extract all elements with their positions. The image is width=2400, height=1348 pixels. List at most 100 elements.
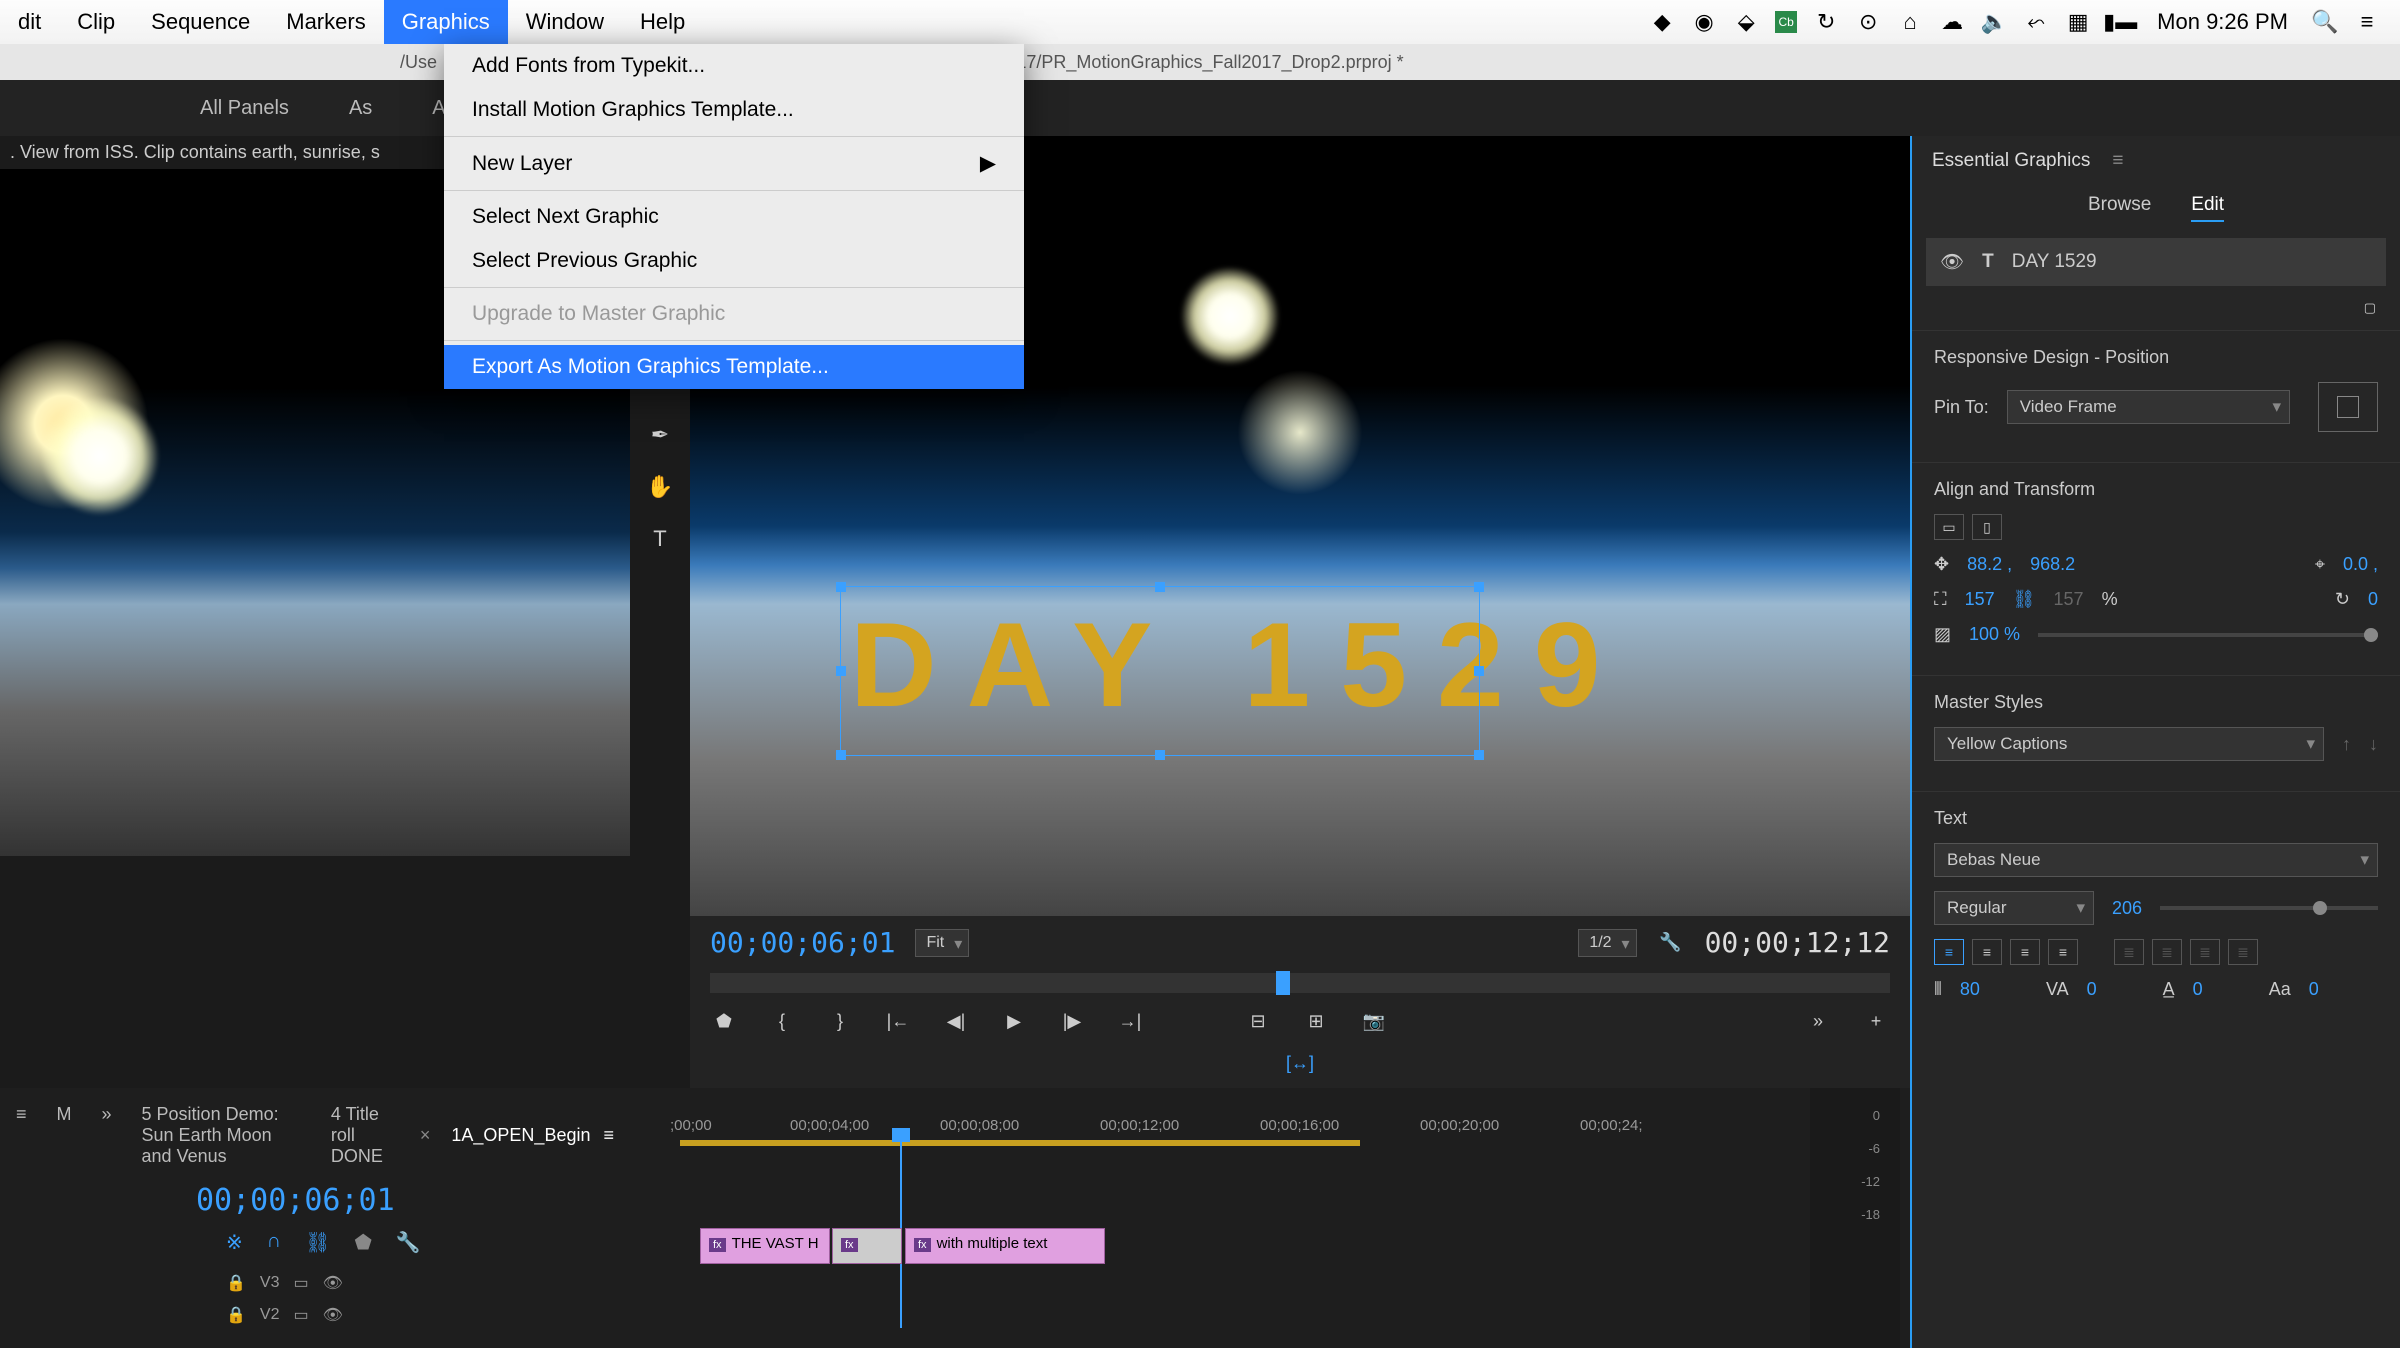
extract-button[interactable]: ⊞ xyxy=(1302,1007,1330,1035)
eg-tab-browse[interactable]: Browse xyxy=(2088,194,2151,222)
scale-w[interactable]: 157 xyxy=(1965,589,1995,610)
sequence-tab-2[interactable]: × 1A_OPEN_Begin ≡ xyxy=(420,1104,614,1167)
creative-cloud-icon[interactable]: ◉ xyxy=(1691,9,1717,35)
kerning-value[interactable]: 0 xyxy=(2087,979,2097,1000)
menu-window[interactable]: Window xyxy=(508,0,622,44)
app-icon[interactable]: Cb xyxy=(1775,11,1797,33)
home-icon[interactable]: ⌂ xyxy=(1897,9,1923,35)
spotlight-icon[interactable]: 🔍 xyxy=(2312,9,2338,35)
eye-icon[interactable]: 👁 xyxy=(323,1273,343,1293)
program-resolution-dropdown[interactable]: 1/2 xyxy=(1578,929,1636,957)
font-dropdown[interactable]: Bebas Neue xyxy=(1934,843,2378,877)
rotation-value[interactable]: 0 xyxy=(2368,589,2378,610)
align-left-button[interactable]: ≡ xyxy=(1934,939,1964,965)
justify-left-button[interactable]: ≣ xyxy=(2114,939,2144,965)
status-icon[interactable]: ⊙ xyxy=(1855,9,1881,35)
step-back-button[interactable]: ◀| xyxy=(942,1007,970,1035)
font-size-slider[interactable] xyxy=(2160,906,2378,910)
menu-list-icon[interactable]: ≡ xyxy=(2354,9,2380,35)
align-justify-button[interactable]: ≡ xyxy=(2048,939,2078,965)
menu-graphics[interactable]: Graphics xyxy=(384,0,508,44)
date-icon[interactable]: ▦ xyxy=(2065,9,2091,35)
baseline-value[interactable]: 0 xyxy=(2193,979,2203,1000)
menu-sequence[interactable]: Sequence xyxy=(133,0,268,44)
out-point-button[interactable]: } xyxy=(826,1007,854,1035)
align-vertical-button[interactable]: ▯ xyxy=(1972,514,2002,540)
sequence-tab-0[interactable]: 5 Position Demo: Sun Earth Moon and Venu… xyxy=(142,1104,301,1167)
menu-select-next[interactable]: Select Next Graphic xyxy=(444,195,1024,239)
sequence-tab-1[interactable]: 4 Title roll DONE xyxy=(331,1104,390,1167)
clip-the-vast[interactable]: fxTHE VAST H xyxy=(700,1228,830,1264)
magnet-button[interactable]: ∩ xyxy=(267,1230,281,1255)
justify-center-button[interactable]: ≣ xyxy=(2152,939,2182,965)
in-point-button[interactable]: { xyxy=(768,1007,796,1035)
add-button[interactable]: + xyxy=(1862,1007,1890,1035)
link-icon[interactable]: ⛓ xyxy=(2013,589,2036,610)
work-area-bar[interactable] xyxy=(680,1140,1360,1146)
align-right-button[interactable]: ≡ xyxy=(2010,939,2040,965)
justify-all-button[interactable]: ≣ xyxy=(2228,939,2258,965)
clip-multiple-text[interactable]: fxwith multiple text xyxy=(905,1228,1105,1264)
marker-button[interactable]: ⬟ xyxy=(355,1230,372,1255)
menu-clip[interactable]: Clip xyxy=(59,0,133,44)
comparison-view-button[interactable]: [↔] xyxy=(1286,1049,1314,1077)
battery-icon[interactable]: ▮▬ xyxy=(2107,9,2133,35)
track-v3[interactable]: 🔒V3▭👁 xyxy=(16,1267,614,1299)
snap-button[interactable]: ※ xyxy=(226,1230,243,1255)
opacity-value[interactable]: 100 % xyxy=(1969,624,2020,645)
volume-icon[interactable]: 🔈 xyxy=(1981,9,2007,35)
sync-down-icon[interactable]: ↓ xyxy=(2369,734,2378,755)
timeline-tracks-area[interactable]: ;00;00 00;00;04;00 00;00;08;00 00;00;12;… xyxy=(630,1088,1910,1348)
pen-tool[interactable]: ✒ xyxy=(643,418,677,452)
align-center-button[interactable]: ≡ xyxy=(1972,939,2002,965)
go-in-button[interactable]: |← xyxy=(884,1007,912,1035)
pin-widget[interactable] xyxy=(2318,382,2378,432)
play-button[interactable]: ▶ xyxy=(1000,1007,1028,1035)
lock-icon[interactable]: 🔒 xyxy=(226,1305,246,1325)
clip-gap[interactable]: fx xyxy=(832,1228,902,1264)
lock-icon[interactable]: 🔒 xyxy=(226,1273,246,1293)
evernote-icon[interactable]: ◆ xyxy=(1649,9,1675,35)
justify-right-button[interactable]: ≣ xyxy=(2190,939,2220,965)
anchor-value[interactable]: 0.0 , xyxy=(2343,554,2378,575)
wrench-button[interactable]: 🔧 xyxy=(396,1230,421,1255)
track-v2[interactable]: 🔒V2▭👁 xyxy=(16,1299,614,1331)
go-out-button[interactable]: →| xyxy=(1116,1007,1144,1035)
workspace-assembly[interactable]: As xyxy=(349,97,372,120)
eye-icon[interactable]: 👁 xyxy=(1940,250,1964,274)
eye-icon[interactable]: 👁 xyxy=(323,1305,343,1325)
position-y[interactable]: 968.2 xyxy=(2030,554,2075,575)
menu-markers[interactable]: Markers xyxy=(268,0,383,44)
menu-install-template[interactable]: Install Motion Graphics Template... xyxy=(444,88,1024,132)
menu-help[interactable]: Help xyxy=(622,0,703,44)
program-overflow[interactable]: » xyxy=(1804,1007,1832,1035)
layer-row[interactable]: 👁 T DAY 1529 xyxy=(1926,238,2386,286)
timeline-timecode[interactable]: 00;00;06;01 xyxy=(16,1183,614,1218)
menu-new-layer[interactable]: New Layer▶ xyxy=(444,141,1024,186)
program-scrubber[interactable] xyxy=(710,973,1890,993)
eg-tab-edit[interactable]: Edit xyxy=(2191,194,2224,222)
dropbox-icon[interactable]: ⬙ xyxy=(1733,9,1759,35)
sync-up-icon[interactable]: ↑ xyxy=(2342,734,2351,755)
tracking-value[interactable]: 80 xyxy=(1960,979,1980,1000)
cloud-upload-icon[interactable]: ☁ xyxy=(1939,9,1965,35)
export-frame-button[interactable]: 📷 xyxy=(1360,1007,1388,1035)
align-horizontal-button[interactable]: ▭ xyxy=(1934,514,1964,540)
position-x[interactable]: 88.2 , xyxy=(1967,554,2012,575)
timeline-ruler[interactable]: ;00;00 00;00;04;00 00;00;08;00 00;00;12;… xyxy=(630,1088,1910,1138)
hand-tool[interactable]: ✋ xyxy=(643,470,677,504)
timeline-overflow[interactable]: » xyxy=(102,1104,112,1167)
wifi-icon[interactable]: ⬿ xyxy=(2023,9,2049,35)
wrench-icon[interactable]: 🔧 xyxy=(1657,929,1685,957)
menu-edit[interactable]: dit xyxy=(0,0,59,44)
program-fit-dropdown[interactable]: Fit xyxy=(915,929,969,957)
leading-value[interactable]: 0 xyxy=(2309,979,2319,1000)
clock[interactable]: Mon 9:26 PM xyxy=(2149,9,2296,35)
linked-selection-button[interactable]: ⛓ xyxy=(305,1230,330,1255)
sync-icon[interactable]: ↻ xyxy=(1813,9,1839,35)
marker-button[interactable]: ⬟ xyxy=(710,1007,738,1035)
timeline-menu-icon[interactable]: ≡ xyxy=(16,1104,27,1167)
lift-button[interactable]: ⊟ xyxy=(1244,1007,1272,1035)
font-size[interactable]: 206 xyxy=(2112,898,2142,919)
step-fwd-button[interactable]: |▶ xyxy=(1058,1007,1086,1035)
